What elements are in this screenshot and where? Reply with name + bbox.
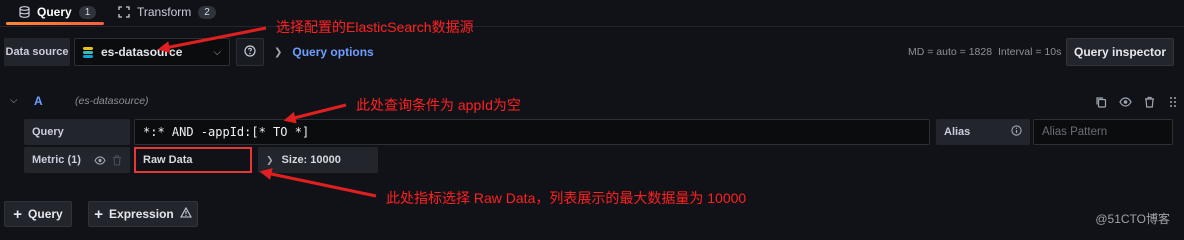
max-data-points-info: MD = auto = 1828 (908, 46, 993, 58)
metric-delete-trash-icon[interactable] (112, 154, 122, 166)
add-query-label: Query (28, 207, 63, 221)
add-expression-button[interactable]: + Expression (88, 201, 198, 227)
datasource-picker[interactable]: es-datasource ⌵ (74, 38, 230, 66)
tab-transform-count: 2 (198, 5, 216, 19)
alias-label-text: Alias (944, 126, 971, 138)
metric-highlight-box (134, 147, 252, 173)
query-ref-id[interactable]: A (34, 94, 43, 108)
add-query-button[interactable]: + Query (4, 201, 72, 227)
metric-size-settings[interactable]: ❯ Size: 10000 (258, 147, 378, 173)
alias-pattern-input[interactable] (1033, 119, 1173, 145)
size-label: Size: 10000 (281, 154, 341, 166)
query-inspector-button[interactable]: Query inspector (1066, 38, 1174, 66)
query-row-header: ⌵ A (es-datasource) (0, 89, 1184, 115)
query-field-label: Query (24, 119, 130, 145)
query-row-actions (1094, 95, 1180, 109)
metric-annotation: 此处指标选择 Raw Data，列表展示的最大数据量为 10000 (386, 190, 747, 206)
collapse-chevron-icon[interactable]: ⌵ (10, 95, 18, 106)
datasource-help-button[interactable] (236, 38, 264, 66)
database-icon (18, 6, 30, 18)
delete-query-trash-icon[interactable] (1142, 95, 1156, 109)
active-tab-indicator (6, 22, 104, 25)
chevron-right-icon: ❯ (274, 46, 283, 58)
tab-query-count: 1 (78, 5, 97, 19)
toggle-visibility-eye-icon[interactable] (1118, 95, 1132, 109)
query-row-datasource: (es-datasource) (75, 95, 149, 107)
transform-icon (118, 6, 130, 18)
data-source-label: Data source (4, 38, 70, 66)
info-circle-icon (1011, 125, 1022, 139)
chevron-right-icon: ❯ (266, 154, 274, 165)
query-options-label: Query options (292, 45, 374, 59)
lucene-query-input[interactable]: *:* AND -appId:[* TO *] (134, 119, 930, 145)
tab-query[interactable]: Query 1 (18, 0, 97, 24)
metric-label-text: Metric (1) (32, 154, 81, 166)
query-annotation: 此处查询条件为 appId为空 (356, 97, 521, 113)
drag-handle-icon[interactable] (1166, 95, 1180, 109)
add-expression-label: Expression (109, 207, 174, 221)
chevron-down-icon: ⌵ (213, 46, 221, 58)
warning-triangle-icon (179, 206, 192, 221)
duplicate-query-icon[interactable] (1094, 95, 1108, 109)
alias-label: Alias (936, 119, 1030, 145)
interval-info: Interval = 10s (998, 46, 1062, 58)
tab-transform[interactable]: Transform 2 (118, 0, 216, 24)
datasource-annotation: 选择配置的ElasticSearch数据源 (276, 19, 474, 35)
elasticsearch-logo-icon (83, 46, 93, 58)
datasource-name: es-datasource (101, 45, 183, 59)
tab-transform-label: Transform (137, 5, 192, 19)
metric-label: Metric (1) (24, 147, 130, 173)
tab-query-label: Query (37, 5, 72, 19)
query-options-toggle[interactable]: ❯ Query options (274, 38, 374, 66)
plus-icon: + (13, 205, 23, 223)
question-circle-icon (244, 44, 256, 60)
plus-icon: + (94, 205, 104, 223)
watermark: @51CTO博客 (1095, 212, 1170, 226)
metric-visibility-eye-icon[interactable] (94, 155, 106, 166)
